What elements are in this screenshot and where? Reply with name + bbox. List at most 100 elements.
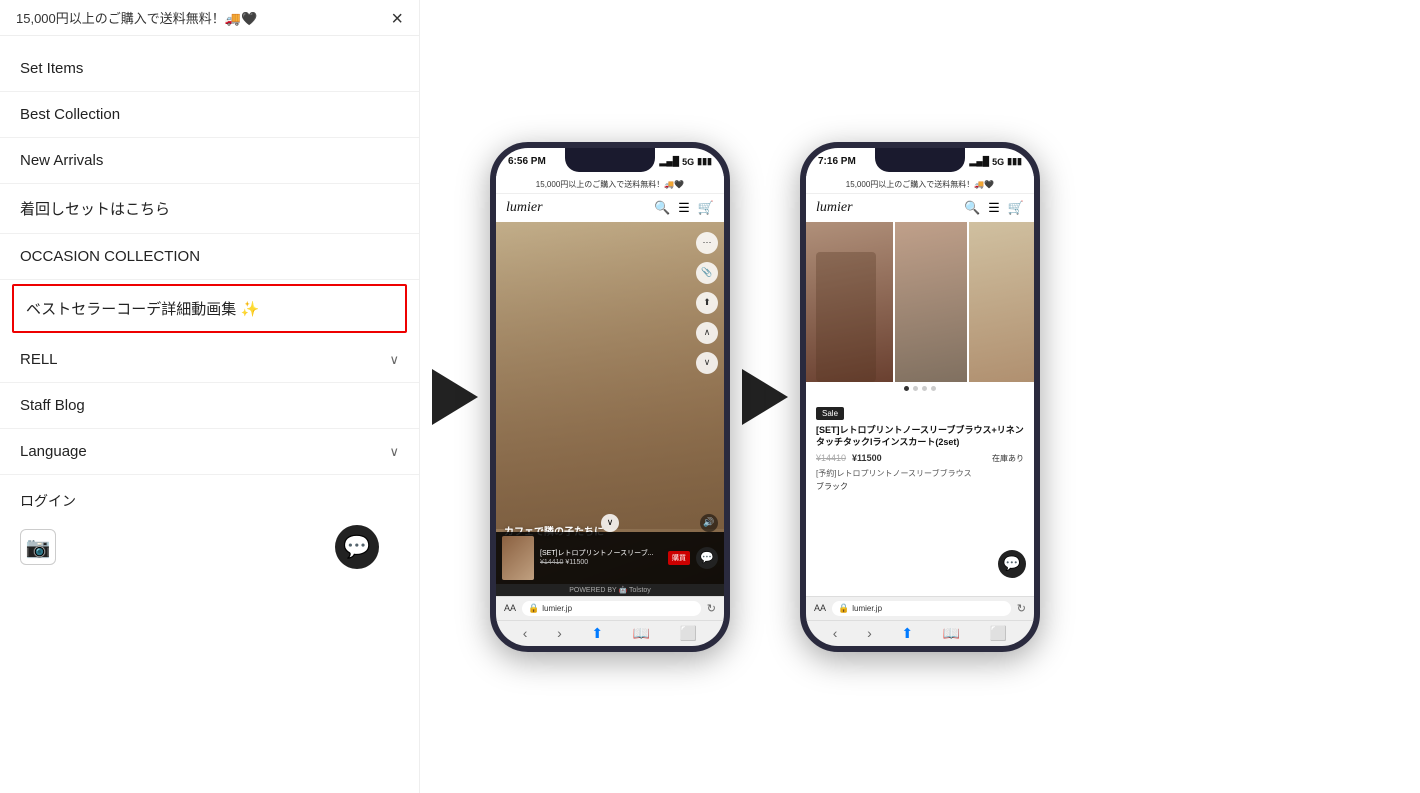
time-2: 7:16 PM [818,156,856,167]
bottom-section: ログイン 📷 💬 [0,475,419,585]
chat-button[interactable]: 💬 [335,525,379,569]
browser-bar-2: AA 🔒 lumier.jp ↻ [806,596,1034,620]
menu-item-best-collection[interactable]: Best Collection [0,92,419,138]
product-bar-1: [SET]レトロプリントノースリーブ... ¥14410 ¥11500 購買 💬 [496,532,724,584]
announcement-bar: 15,000円以上のご購入で送料無料！🚚🖤 [0,0,419,36]
reload-button-2[interactable]: ↻ [1017,602,1026,615]
price-new-1: ¥11500 [565,559,588,566]
signal-icon-2: ▂▄█ [969,156,989,167]
forward-button-1[interactable]: › [557,625,562,641]
menu-item-rell[interactable]: RELL ∨ [0,337,419,383]
url-bar-2[interactable]: 🔒 lumier.jp [832,601,1011,616]
network-icon-2: 5G [992,157,1004,167]
menu-item-new-arrivals[interactable]: New Arrivals [0,138,419,184]
chat-bubble-2[interactable]: 💬 [998,550,1026,578]
menu-item-language[interactable]: Language ∨ [0,429,419,475]
product-info-1: [SET]レトロプリントノースリーブ... ¥14410 ¥11500 [540,549,662,565]
network-icon: 5G [682,157,694,167]
hero-side-buttons: ⋯ 📎 ⬆ ∧ ∨ [696,232,718,374]
text-size-control-2[interactable]: AA [814,603,826,613]
close-button[interactable]: × [391,8,403,31]
dot-4[interactable] [931,386,936,391]
battery-icon-2: ▮▮▮ [1007,156,1022,167]
color-label: ブラック [816,481,1024,492]
phone-hero-1: ⋯ 📎 ⬆ ∧ ∨ カフェで隣の子たちに ∨ 🔊 [496,222,724,584]
phone-2: 7:16 PM ▂▄█ 5G ▮▮▮ 15,000円以上のご購入で送料無料！🚚🖤… [800,142,1040,652]
product-name-1: [SET]レトロプリントノースリーブ... [540,549,662,558]
cart-icon-2[interactable]: 🛒 [1008,200,1024,216]
share-nav-button-2[interactable]: ⬆ [901,625,913,642]
menu-item-label: Language [20,443,87,460]
tabs-button-1[interactable]: ⬜ [680,625,697,642]
product-image-1 [806,222,893,382]
up-button[interactable]: ∧ [696,322,718,344]
instagram-button[interactable]: 📷 [20,529,56,565]
menu-item-label: OCCASION COLLECTION [20,248,200,265]
search-icon-2[interactable]: 🔍 [964,200,980,216]
main-layout: 15,000円以上のご購入で送料無料！🚚🖤 × Set Items Best C… [0,0,1420,793]
menu-item-set-items[interactable]: Set Items [0,46,419,92]
announcement-text: 15,000円以上のご購入で送料無料！🚚🖤 [16,11,257,26]
back-button-1[interactable]: ‹ [523,625,528,641]
search-icon[interactable]: 🔍 [654,200,670,216]
down-button[interactable]: ∨ [696,352,718,374]
phone-header-icons-1: 🔍 ☰ 🛒 [654,200,714,216]
phone-notch [565,148,655,172]
menu-item-label: ベストセラーコーデ詳細動画集 ✨ [26,298,259,319]
arrow-2 [730,0,800,793]
dot-3[interactable] [922,386,927,391]
login-label[interactable]: ログイン [20,491,399,511]
save-button[interactable]: 📎 [696,262,718,284]
share-nav-button-1[interactable]: ⬆ [591,625,603,642]
arrow-shape-2 [742,369,788,425]
tolstoy-bar: POWERED BY 🤖 Tolstoy [496,584,724,596]
expand-button[interactable]: ∨ [601,514,619,532]
signal-icon: ▂▄█ [659,156,679,167]
menu-item-label: New Arrivals [20,152,103,169]
menu-item-label: Best Collection [20,106,120,123]
phone-notch-2 [875,148,965,172]
dot-2[interactable] [913,386,918,391]
price-old-1: ¥14410 [540,559,563,566]
bottom-icons: 📷 💬 [20,525,399,569]
phone-announcement-2: 15,000円以上のご購入で送料無料！🚚🖤 [806,176,1034,194]
text-size-control[interactable]: AA [504,603,516,613]
menu-item-coordinations[interactable]: 着回しセットはこちら [0,184,419,234]
share-button[interactable]: ⬆ [696,292,718,314]
variant-label: [予約]レトロプリントノースリーブブラウス [816,468,1024,479]
url-bar-1[interactable]: 🔒 lumier.jp [522,601,701,616]
menu-item-staff-blog[interactable]: Staff Blog [0,383,419,429]
status-right-2: ▂▄█ 5G ▮▮▮ [969,156,1022,167]
image-dots [806,382,1034,395]
phone-content-2: 15,000円以上のご購入で送料無料！🚚🖤 lumier 🔍 ☰ 🛒 [806,176,1034,596]
phone-1: 6:56 PM ▂▄█ 5G ▮▮▮ 15,000円以上のご購入で送料無料！🚚🖤… [490,142,730,652]
tabs-button-2[interactable]: ⬜ [990,625,1007,642]
product-detail-section: Sale [SET]レトロプリントノースリーブブラウス+リネンタッチタックIライ… [806,395,1034,500]
left-panel: 15,000円以上のご購入で送料無料！🚚🖤 × Set Items Best C… [0,0,420,793]
back-button-2[interactable]: ‹ [833,625,838,641]
menu-icon[interactable]: ☰ [678,200,690,216]
product-price-2: ¥14410 ¥11500 在庫あり [816,453,1024,464]
browser-bar-1: AA 🔒 lumier.jp ↻ [496,596,724,620]
volume-button[interactable]: 🔊 [700,514,718,532]
chat-icon: 💬 [343,534,370,560]
menu-item-label: RELL [20,351,58,368]
bookmark-button-1[interactable]: 📖 [633,625,650,642]
bookmark-button-2[interactable]: 📖 [943,625,960,642]
chat-bubble-1[interactable]: 💬 [696,547,718,569]
url-text-2: lumier.jp [852,604,882,613]
more-button[interactable]: ⋯ [696,232,718,254]
product-image-3 [969,222,1034,382]
buy-button[interactable]: 購買 [668,551,690,565]
phone-header-1: lumier 🔍 ☰ 🛒 [496,194,724,222]
forward-button-2[interactable]: › [867,625,872,641]
cart-icon[interactable]: 🛒 [698,200,714,216]
menu-icon-2[interactable]: ☰ [988,200,1000,216]
phone-header-icons-2: 🔍 ☰ 🛒 [964,200,1024,216]
sale-badge: Sale [816,407,844,420]
menu-item-bestseller-videos[interactable]: ベストセラーコーデ詳細動画集 ✨ [12,284,407,333]
dot-1[interactable] [904,386,909,391]
menu-item-occasion-collection[interactable]: OCCASION COLLECTION [0,234,419,280]
phone-logo-1: lumier [506,200,543,216]
reload-button-1[interactable]: ↻ [707,602,716,615]
